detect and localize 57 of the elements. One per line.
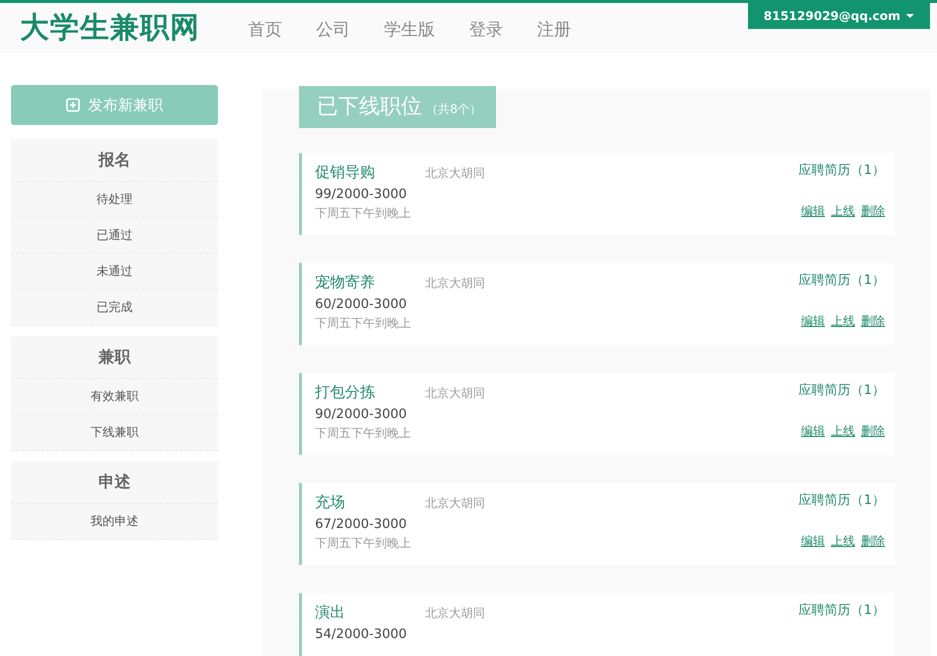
job-title[interactable]: 演出 (315, 603, 425, 622)
job-title[interactable]: 促销导购 (315, 163, 425, 182)
action-link[interactable]: 编辑 (801, 423, 825, 440)
action-link[interactable]: 编辑 (801, 313, 825, 330)
job-location: 北京大胡同 (425, 385, 485, 402)
action-link[interactable]: 编辑 (801, 203, 825, 220)
nav-link[interactable]: 公司 (316, 18, 350, 40)
sidebar-item[interactable]: 我的申述 (11, 504, 218, 540)
action-link[interactable]: 上线 (831, 313, 855, 330)
applications-link[interactable]: 应聘简历（1） (798, 161, 885, 179)
action-link[interactable]: 删除 (861, 313, 885, 330)
heading: 已下线职位 (317, 93, 422, 120)
action-link[interactable]: 上线 (831, 203, 855, 220)
job-salary: 54/2000-3000 (315, 627, 408, 642)
job-title[interactable]: 打包分拣 (315, 383, 425, 402)
job-time: 下周五下午到晚上 (315, 535, 412, 552)
section-title: 申述 (11, 461, 218, 504)
plus-square-icon (66, 98, 80, 112)
nav-link[interactable]: 首页 (248, 18, 282, 40)
job-salary: 99/2000-3000 (315, 187, 408, 202)
job-title[interactable]: 充场 (315, 493, 425, 512)
action-link[interactable]: 上线 (831, 533, 855, 550)
job-location: 北京大胡同 (425, 165, 485, 182)
job-time: 下周五下午到晚上 (315, 425, 412, 442)
action-link[interactable]: 上线 (831, 423, 855, 440)
action-link[interactable]: 删除 (861, 533, 885, 550)
site-logo[interactable]: 大学生兼职网 (20, 8, 200, 48)
action-link[interactable]: 编辑 (801, 533, 825, 550)
action-link[interactable]: 删除 (861, 203, 885, 220)
nav-link[interactable]: 登录 (469, 18, 503, 40)
sidebar-item[interactable]: 已通过 (11, 218, 218, 254)
job-salary: 60/2000-3000 (315, 297, 408, 312)
sidebar-item[interactable]: 下线兼职 (11, 415, 218, 451)
section-title: 报名 (11, 139, 218, 182)
job-time: 下周五下午到晚上 (315, 205, 412, 222)
applications-link[interactable]: 应聘简历（1） (798, 491, 885, 509)
sidebar-item[interactable]: 未通过 (11, 254, 218, 290)
job-count: （共8个） (426, 101, 482, 118)
job-location: 北京大胡同 (425, 605, 485, 622)
caret-icon (906, 14, 914, 18)
user-menu-button[interactable]: 815129029@qq.com (748, 3, 930, 29)
applications-link[interactable]: 应聘简历（1） (798, 381, 885, 399)
job-salary: 67/2000-3000 (315, 517, 408, 532)
applications-link[interactable]: 应聘简历（1） (798, 601, 885, 619)
job-location: 北京大胡同 (425, 275, 485, 292)
job-title[interactable]: 宠物寄养 (315, 273, 425, 292)
job-location: 北京大胡同 (425, 495, 485, 512)
job-time: 下周五下午到晚上 (315, 315, 412, 332)
sidebar-item[interactable]: 已完成 (11, 290, 218, 326)
sidebar-item[interactable]: 待处理 (11, 182, 218, 218)
applications-link[interactable]: 应聘简历（1） (798, 271, 885, 289)
job-salary: 90/2000-3000 (315, 407, 408, 422)
nav-link[interactable]: 注册 (537, 18, 571, 40)
nav-link[interactable]: 学生版 (384, 18, 435, 40)
sidebar-item[interactable]: 有效兼职 (11, 379, 218, 415)
action-link[interactable]: 删除 (861, 423, 885, 440)
section-title: 兼职 (11, 336, 218, 379)
